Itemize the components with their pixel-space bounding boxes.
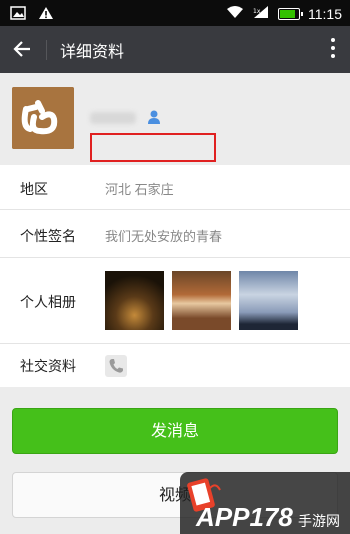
avatar[interactable] <box>12 87 74 149</box>
album-photos <box>105 271 298 330</box>
signature-value: 我们无处安放的青春 <box>105 229 223 244</box>
warning-icon <box>38 5 54 24</box>
image-icon <box>10 5 26 24</box>
region-label: 地区 <box>20 181 48 197</box>
album-photo[interactable] <box>239 271 298 330</box>
app178-watermark: APP178 手游网 <box>180 472 350 534</box>
signature-label: 个性签名 <box>20 228 76 244</box>
page-title: 详细资料 <box>60 44 125 61</box>
highlight-box <box>90 133 216 162</box>
detail-list: 地区 河北 石家庄 个性签名 我们无处安放的青春 个人相册 社交资料 <box>0 165 350 387</box>
album-row[interactable]: 个人相册 <box>0 258 350 344</box>
phone-icon[interactable] <box>105 355 127 377</box>
album-photo[interactable] <box>105 271 164 330</box>
profile-header <box>0 73 350 165</box>
battery-level <box>280 9 295 18</box>
signature-row: 个性签名 我们无处安放的青春 <box>0 210 350 258</box>
status-time: 11:15 <box>308 5 342 22</box>
send-message-button[interactable]: 发消息 <box>12 408 338 454</box>
user-gender-icon <box>146 109 162 125</box>
svg-text:1x: 1x <box>253 8 261 15</box>
title-divider <box>46 40 47 60</box>
svg-text:APP178: APP178 <box>195 502 293 532</box>
back-arrow-icon[interactable] <box>10 36 36 62</box>
album-label: 个人相册 <box>20 294 76 310</box>
nickname-redacted <box>90 112 136 124</box>
album-photo[interactable] <box>172 271 231 330</box>
signal-icon: 1x <box>252 4 270 23</box>
battery-icon <box>278 7 303 20</box>
social-label: 社交资料 <box>20 358 76 374</box>
title-bar: 详细资料 <box>0 26 350 73</box>
wifi-icon <box>226 4 244 23</box>
more-options-icon[interactable] <box>330 38 336 60</box>
svg-text:手游网: 手游网 <box>298 513 340 529</box>
region-value: 河北 石家庄 <box>105 182 174 197</box>
social-row[interactable]: 社交资料 <box>0 344 350 387</box>
status-bar: 1x 11:15 <box>0 0 350 26</box>
region-row: 地区 河北 石家庄 <box>0 165 350 210</box>
